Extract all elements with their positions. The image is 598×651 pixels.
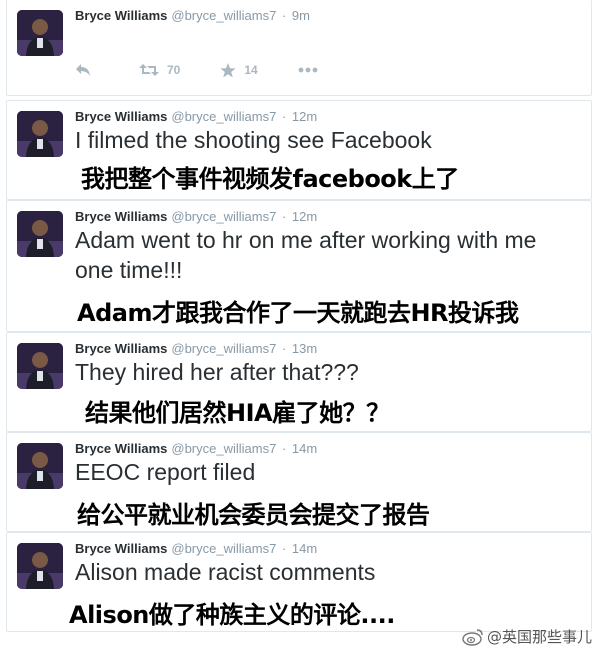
tweet-card[interactable]: Bryce Williams @bryce_williams7 · 14m Ali… xyxy=(6,532,592,632)
tweet-header: Bryce Williams @bryce_williams7 · 12m xyxy=(75,209,317,224)
author-handle[interactable]: @bryce_williams7 xyxy=(171,109,276,124)
author-handle[interactable]: @bryce_williams7 xyxy=(171,541,276,556)
translation-caption: Alison做了种族主义的评论.... xyxy=(69,601,395,629)
avatar[interactable] xyxy=(17,443,63,489)
tweet-card[interactable]: Bryce Williams @bryce_williams7 · 14m EEO… xyxy=(6,432,592,532)
tweet-text: They hired her after that??? xyxy=(75,359,359,385)
translation-caption: 我把整个事件视频发facebook上了 xyxy=(81,165,459,193)
author-handle[interactable]: @bryce_williams7 xyxy=(171,209,276,224)
timestamp[interactable]: 13m xyxy=(292,341,317,356)
translation-caption: 结果他们居然HIA雇了她？？ xyxy=(85,399,390,427)
separator: · xyxy=(281,541,287,556)
author-name[interactable]: Bryce Williams xyxy=(75,441,167,456)
retweet-button[interactable]: 70 xyxy=(139,63,180,77)
timestamp[interactable]: 14m xyxy=(292,541,317,556)
timestamp[interactable]: 12m xyxy=(292,109,317,124)
translation-caption: Adam才跟我合作了一天就跑去HR投诉我 xyxy=(77,299,519,327)
tweet-text: EEOC report filed xyxy=(75,459,256,485)
author-handle[interactable]: @bryce_williams7 xyxy=(171,8,276,23)
weibo-icon xyxy=(462,628,483,646)
avatar[interactable] xyxy=(17,10,63,56)
tweet-card[interactable]: Bryce Williams @bryce_williams7 · 12m Ada… xyxy=(6,200,592,332)
separator: · xyxy=(281,8,287,23)
avatar[interactable] xyxy=(17,211,63,257)
author-handle[interactable]: @bryce_williams7 xyxy=(171,441,276,456)
tweet-card[interactable]: Bryce Williams @bryce_williams7 · 9m 70 1… xyxy=(6,0,592,96)
tweet-text: Adam went to hr on me after working with… xyxy=(75,227,537,283)
author-name[interactable]: Bryce Williams xyxy=(75,341,167,356)
avatar[interactable] xyxy=(17,343,63,389)
separator: · xyxy=(281,109,287,124)
more-button[interactable] xyxy=(298,67,326,73)
tweet-card[interactable]: Bryce Williams @bryce_williams7 · 13m The… xyxy=(6,332,592,432)
tweet-header: Bryce Williams @bryce_williams7 · 13m xyxy=(75,341,317,356)
author-handle[interactable]: @bryce_williams7 xyxy=(171,341,276,356)
tweet-header: Bryce Williams @bryce_williams7 · 14m xyxy=(75,441,317,456)
favorite-button[interactable]: 14 xyxy=(220,62,258,78)
author-name[interactable]: Bryce Williams xyxy=(75,109,167,124)
translation-caption: 给公平就业机会委员会提交了报告 xyxy=(77,501,430,529)
tweet-card[interactable]: Bryce Williams @bryce_williams7 · 12m I f… xyxy=(6,100,592,200)
weibo-watermark: @英国那些事儿 xyxy=(462,626,592,647)
separator: · xyxy=(281,209,287,224)
reply-icon xyxy=(76,64,90,76)
author-name[interactable]: Bryce Williams xyxy=(75,8,167,23)
author-name[interactable]: Bryce Williams xyxy=(75,541,167,556)
timestamp[interactable]: 14m xyxy=(292,441,317,456)
retweet-count: 70 xyxy=(167,63,181,77)
author-name[interactable]: Bryce Williams xyxy=(75,209,167,224)
timestamp[interactable]: 12m xyxy=(292,209,317,224)
star-icon xyxy=(220,62,236,77)
reply-button[interactable] xyxy=(75,63,99,77)
separator: · xyxy=(281,441,287,456)
more-icon xyxy=(298,67,318,73)
tweet-text: I filmed the shooting see Facebook xyxy=(75,127,432,153)
tweet-header: Bryce Williams @bryce_williams7 · 9m xyxy=(75,8,310,23)
retweet-icon xyxy=(139,64,159,76)
timestamp[interactable]: 9m xyxy=(292,8,310,23)
separator: · xyxy=(281,341,287,356)
tweet-actions: 70 14 xyxy=(75,60,366,80)
favorite-count: 14 xyxy=(244,63,258,77)
tweet-text: Alison made racist comments xyxy=(75,559,376,585)
avatar[interactable] xyxy=(17,111,63,157)
tweet-header: Bryce Williams @bryce_williams7 · 14m xyxy=(75,541,317,556)
watermark-text: @英国那些事儿 xyxy=(486,628,592,646)
tweet-header: Bryce Williams @bryce_williams7 · 12m xyxy=(75,109,317,124)
avatar[interactable] xyxy=(17,543,63,589)
